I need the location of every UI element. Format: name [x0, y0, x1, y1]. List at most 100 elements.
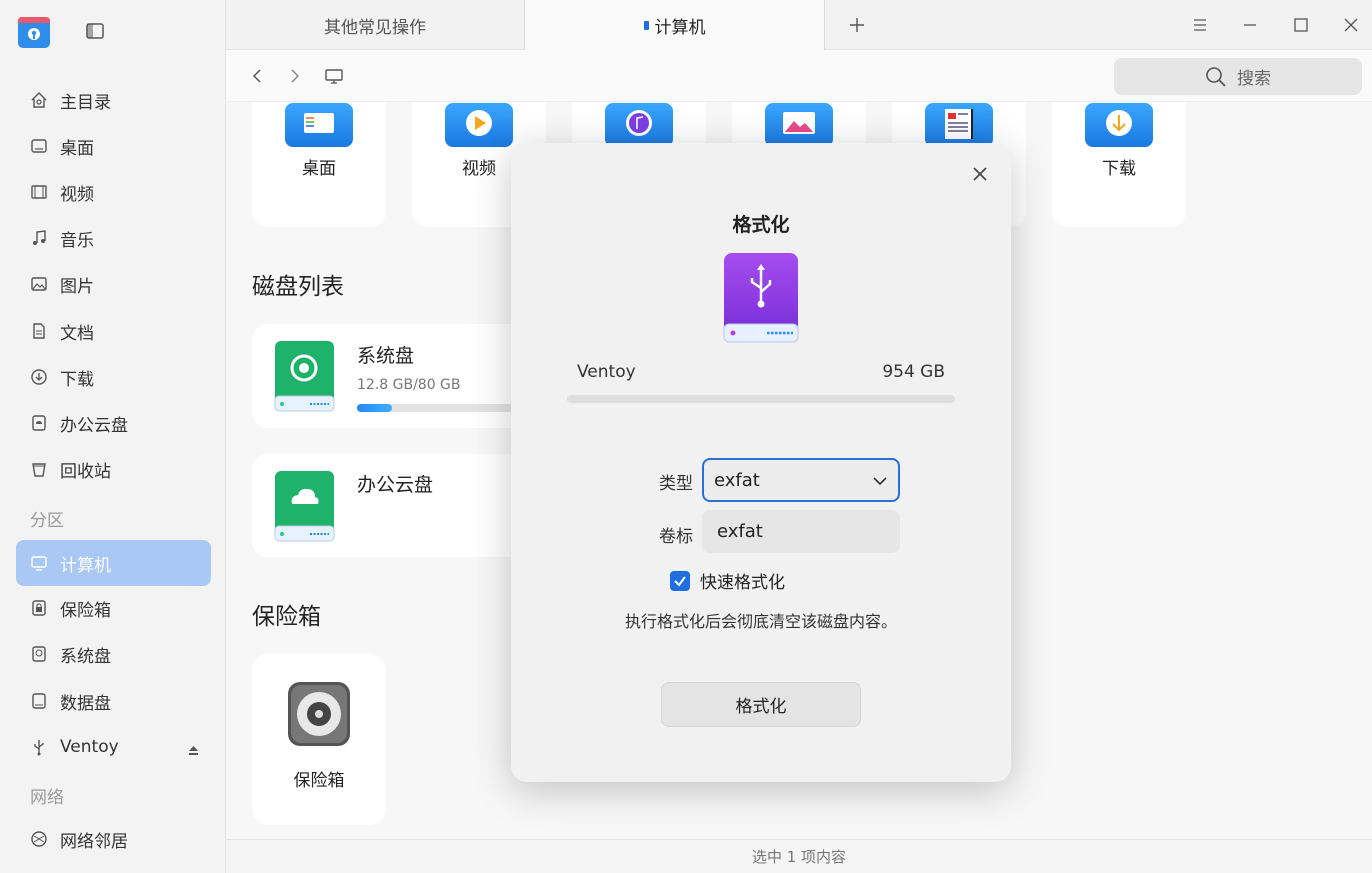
vault-card[interactable]: 保险箱	[252, 654, 386, 825]
device-name: Ventoy	[577, 362, 636, 382]
sidebar-item-label: 下载	[60, 369, 94, 390]
disk-size: 12.8 GB/80 GB	[357, 377, 461, 393]
status-bar: 选中 1 项内容	[226, 839, 1372, 873]
volume-label-value: exfat	[717, 521, 763, 542]
format-button[interactable]: 格式化	[661, 682, 861, 727]
sidebar-item-label: 办公云盘	[60, 415, 128, 436]
search-icon	[1206, 66, 1226, 87]
sidebar-item-cloud-disk[interactable]: 办公云盘	[16, 400, 211, 446]
data-disk-icon	[30, 692, 48, 710]
sidebar-item-computer[interactable]: 计算机	[16, 540, 211, 586]
sidebar-item-label: 桌面	[60, 138, 94, 159]
sidebar-item-video[interactable]: 视频	[16, 169, 211, 215]
close-window-icon[interactable]	[1341, 15, 1361, 35]
sidebar-item-home[interactable]: 主目录	[16, 77, 211, 123]
filesystem-type-value: exfat	[714, 469, 760, 491]
document-folder-icon	[925, 103, 993, 147]
sidebar-item-label: 网络邻居	[60, 831, 128, 852]
forward-icon[interactable]	[285, 66, 305, 86]
desktop-icon	[30, 137, 48, 155]
maximize-icon[interactable]	[1291, 15, 1311, 35]
dialog-close-icon[interactable]	[971, 165, 989, 183]
vault-label: 保险箱	[293, 771, 345, 791]
sidebar-item-label: 图片	[60, 276, 94, 297]
sidebar-item-label: 文档	[60, 323, 94, 344]
desktop-folder-icon	[285, 103, 353, 147]
sidebar-section-network: 网络	[30, 788, 64, 808]
tab-common-operations[interactable]: 其他常见操作	[226, 0, 525, 50]
navigation-bar: 搜索	[226, 50, 1372, 102]
video-folder-icon	[445, 103, 513, 147]
usb-drive-icon	[722, 252, 800, 344]
quick-access-desktop[interactable]: 桌面	[252, 102, 386, 227]
sidebar-item-label: 回收站	[60, 461, 111, 482]
format-dialog: 格式化 Ventoy 954 GB 类型 exfat 卷标 exfat 快速格式…	[511, 143, 1011, 782]
sidebar-item-system-disk[interactable]: 系统盘	[16, 631, 211, 677]
picture-icon	[30, 275, 48, 293]
sidebar-item-data-disk[interactable]: 数据盘	[16, 678, 211, 724]
usb-icon	[30, 738, 48, 756]
minimize-icon[interactable]	[1240, 15, 1260, 35]
sidebar-item-label: 主目录	[60, 92, 111, 113]
dialog-title: 格式化	[732, 214, 790, 236]
vault-icon	[30, 599, 48, 617]
sidebar-item-music[interactable]: 音乐	[16, 215, 211, 261]
quick-access-label: 桌面	[302, 159, 336, 179]
back-icon[interactable]	[247, 66, 267, 86]
device-capacity: 954 GB	[882, 362, 945, 382]
system-disk-icon	[30, 645, 48, 663]
new-tab-icon[interactable]	[847, 15, 867, 35]
sidebar-item-ventoy[interactable]: Ventoy	[16, 724, 211, 770]
disk-name: 系统盘	[357, 345, 415, 367]
quick-format-option[interactable]: 快速格式化	[670, 568, 785, 593]
sidebar-item-desktop[interactable]: 桌面	[16, 123, 211, 169]
sidebar-item-pictures[interactable]: 图片	[16, 261, 211, 307]
search-box[interactable]: 搜索	[1114, 58, 1362, 95]
sidebar-item-documents[interactable]: 文档	[16, 308, 211, 354]
home-icon	[30, 91, 48, 109]
type-label: 类型	[659, 474, 693, 494]
cloud-disk-icon	[30, 414, 48, 432]
search-placeholder: 搜索	[1237, 69, 1271, 89]
format-button-label: 格式化	[735, 697, 787, 717]
quick-access-downloads[interactable]: 下载	[1052, 102, 1186, 227]
download-icon	[30, 368, 48, 386]
status-text: 选中 1 项内容	[751, 848, 847, 866]
cloud-disk-drive-icon	[274, 470, 335, 542]
menu-icon[interactable]	[1190, 15, 1210, 35]
sidebar: 主目录 桌面 视频 音乐 图片 文档 下载 办公云盘 回收站 分区 计算机 保险…	[0, 0, 226, 873]
sidebar-item-label: 系统盘	[60, 646, 111, 667]
sidebar-toggle-icon[interactable]	[85, 21, 105, 41]
tab-computer[interactable]: 计算机	[525, 0, 825, 50]
device-usage-bar	[567, 395, 955, 403]
eject-icon[interactable]	[188, 741, 199, 755]
document-icon	[30, 322, 48, 340]
computer-breadcrumb-icon[interactable]	[324, 66, 344, 86]
sidebar-item-downloads[interactable]: 下载	[16, 354, 211, 400]
vault-safe-icon	[287, 681, 351, 747]
chevron-down-icon	[873, 477, 887, 486]
quick-access-label: 下载	[1102, 159, 1136, 179]
checkmark-icon	[674, 575, 686, 587]
video-icon	[30, 183, 48, 201]
sidebar-item-vault[interactable]: 保险箱	[16, 585, 211, 631]
volume-label-input[interactable]: exfat	[702, 510, 900, 553]
disk-usage-fill	[357, 404, 393, 412]
computer-icon	[30, 554, 48, 572]
file-manager-logo-icon	[17, 13, 51, 49]
sidebar-item-label: 保险箱	[60, 600, 111, 621]
tab-active-indicator	[643, 20, 649, 30]
tab-label: 计算机	[654, 17, 706, 38]
network-icon	[30, 830, 48, 848]
sidebar-item-trash[interactable]: 回收站	[16, 446, 211, 492]
sidebar-item-label: 数据盘	[60, 693, 111, 714]
system-disk-drive-icon	[274, 340, 335, 412]
volume-label: 卷标	[659, 527, 693, 547]
sidebar-item-label: Ventoy	[60, 737, 119, 757]
disk-name: 办公云盘	[357, 474, 434, 496]
disk-list-title: 磁盘列表	[252, 274, 344, 300]
sidebar-item-network-neighborhood[interactable]: 网络邻居	[16, 816, 211, 862]
quick-format-checkbox[interactable]	[670, 570, 690, 591]
filesystem-type-select[interactable]: exfat	[702, 458, 900, 502]
music-folder-icon	[605, 103, 673, 147]
